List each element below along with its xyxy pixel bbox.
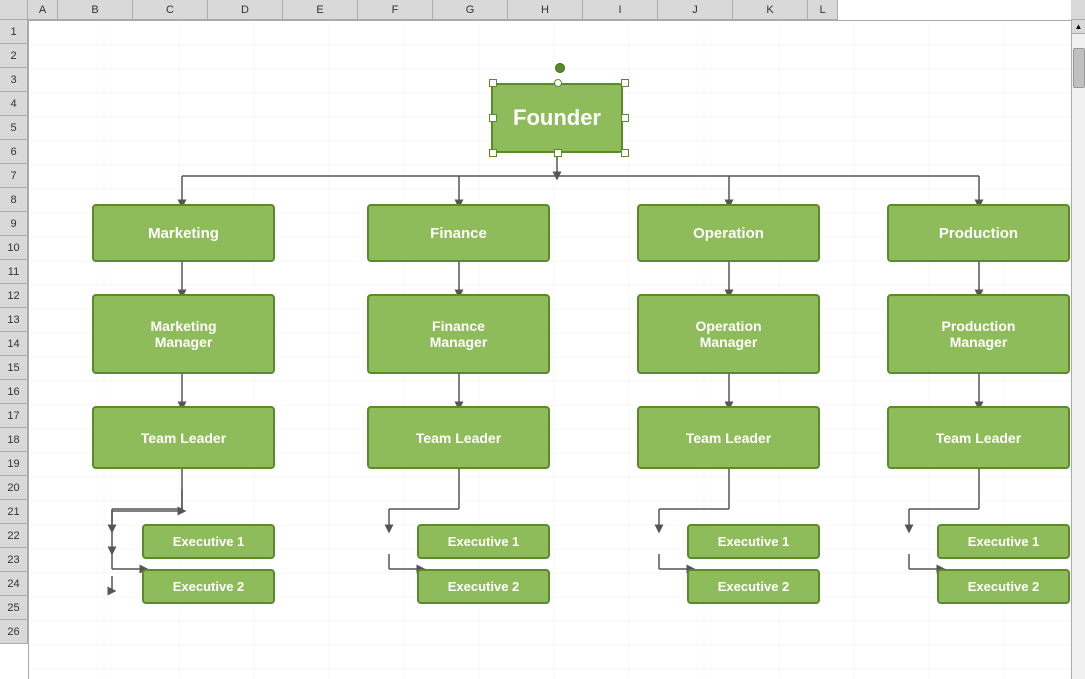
exec1-operation: Executive 1 (687, 524, 820, 559)
col-header-L: L (808, 0, 838, 20)
dept-box-operation: Operation (637, 204, 820, 262)
row-header-10: 10 (0, 236, 28, 260)
vertical-scrollbar[interactable]: ▲ (1071, 20, 1085, 679)
row-header-1: 1 (0, 20, 28, 44)
row-header-14: 14 (0, 332, 28, 356)
selection-handle-tr (621, 79, 629, 87)
row-header-7: 7 (0, 164, 28, 188)
exec2-production: Executive 2 (937, 569, 1070, 604)
manager-box-marketing: Marketing Manager (92, 294, 275, 374)
column-header-row: ABCDEFGHIJKL (0, 0, 1085, 20)
row-header-12: 12 (0, 284, 28, 308)
row-header-9: 9 (0, 212, 28, 236)
dept-box-production: Production (887, 204, 1070, 262)
row-header-6: 6 (0, 140, 28, 164)
exec2-operation: Executive 2 (687, 569, 820, 604)
manager-box-operation: Operation Manager (637, 294, 820, 374)
spreadsheet: ABCDEFGHIJKL 123456789101112131415161718… (0, 0, 1085, 679)
sheet-body: 1234567891011121314151617181920212223242… (0, 20, 1085, 679)
scrollbar-up-arrow[interactable]: ▲ (1072, 20, 1085, 34)
exec1-production: Executive 1 (937, 524, 1070, 559)
col-header-H: H (508, 0, 583, 20)
sheet-content: Founder Marketing Finance Op (28, 20, 1071, 679)
top-connector-dot (555, 63, 565, 73)
col-header-D: D (208, 0, 283, 20)
row-header-18: 18 (0, 428, 28, 452)
row-header-23: 23 (0, 548, 28, 572)
dept-box-marketing: Marketing (92, 204, 275, 262)
selection-handle-br (621, 149, 629, 157)
row-header-8: 8 (0, 188, 28, 212)
col-header-E: E (283, 0, 358, 20)
row-header-25: 25 (0, 596, 28, 620)
selection-handle-bl (489, 149, 497, 157)
selection-handle-ml (489, 114, 497, 122)
row-header-21: 21 (0, 500, 28, 524)
exec1-marketing: Executive 1 (142, 524, 275, 559)
manager-box-finance: Finance Manager (367, 294, 550, 374)
team-leader-box-production: Team Leader (887, 406, 1070, 469)
selection-handle-mr (621, 114, 629, 122)
row-header-5: 5 (0, 116, 28, 140)
col-header-J: J (658, 0, 733, 20)
row-header-26: 26 (0, 620, 28, 644)
col-header-I: I (583, 0, 658, 20)
row-header-15: 15 (0, 356, 28, 380)
dept-box-finance: Finance (367, 204, 550, 262)
col-header-K: K (733, 0, 808, 20)
col-header-G: G (433, 0, 508, 20)
col-header-B: B (58, 0, 133, 20)
team-leader-box-operation: Team Leader (637, 406, 820, 469)
row-header-20: 20 (0, 476, 28, 500)
team-leader-box-marketing: Team Leader (92, 406, 275, 469)
scrollbar-thumb[interactable] (1073, 48, 1085, 88)
row-header-22: 22 (0, 524, 28, 548)
row-headers: 1234567891011121314151617181920212223242… (0, 20, 28, 679)
selection-handle-bm (554, 149, 562, 157)
founder-box: Founder (491, 83, 623, 153)
col-header-C: C (133, 0, 208, 20)
col-headers: ABCDEFGHIJKL (28, 0, 1071, 20)
manager-box-production: Production Manager (887, 294, 1070, 374)
selection-handle-top (554, 79, 562, 87)
corner-cell (0, 0, 28, 20)
exec1-finance: Executive 1 (417, 524, 550, 559)
row-header-4: 4 (0, 92, 28, 116)
row-header-3: 3 (0, 68, 28, 92)
col-header-A: A (28, 0, 58, 20)
row-header-2: 2 (0, 44, 28, 68)
team-leader-box-finance: Team Leader (367, 406, 550, 469)
row-header-24: 24 (0, 572, 28, 596)
row-header-16: 16 (0, 380, 28, 404)
exec2-marketing: Executive 2 (142, 569, 275, 604)
col-header-F: F (358, 0, 433, 20)
row-header-13: 13 (0, 308, 28, 332)
row-header-19: 19 (0, 452, 28, 476)
selection-handle-tl (489, 79, 497, 87)
row-header-11: 11 (0, 260, 28, 284)
exec2-finance: Executive 2 (417, 569, 550, 604)
row-header-17: 17 (0, 404, 28, 428)
